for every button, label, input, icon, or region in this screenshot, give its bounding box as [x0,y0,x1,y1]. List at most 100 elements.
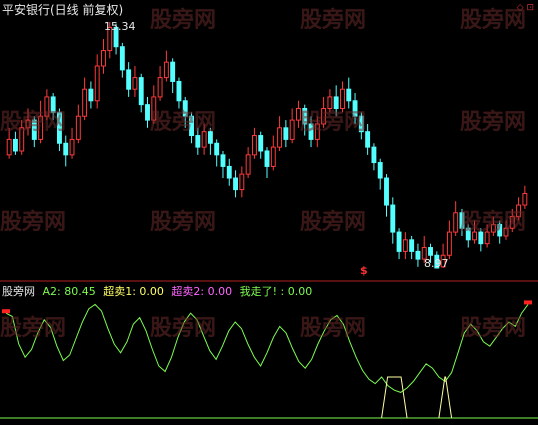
watermark: 股旁网 [0,110,67,135]
candle [126,62,132,97]
candle-body [126,69,132,90]
candle [220,150,226,179]
candle [289,108,295,144]
candle [157,66,163,101]
candle-body [220,154,226,167]
candle [226,158,232,186]
candle-body [6,138,12,156]
watermark: 股旁网 [300,110,367,135]
candle-body [396,231,402,252]
candle [446,220,452,260]
candle-body [402,239,408,252]
stock-chart[interactable] [0,0,538,425]
candle [409,235,415,260]
watermark: 股旁网 [460,8,527,33]
candle-body [446,231,452,256]
candle-body [428,247,433,256]
candle [283,120,289,148]
candle [75,104,81,144]
candle-body [239,173,245,191]
watermark: 股旁网 [300,210,367,235]
candle [365,123,371,155]
watermark: 股旁网 [300,8,367,33]
candle-body [409,239,415,252]
candle [396,228,402,260]
candle [82,77,88,121]
candle-body [170,61,176,82]
watermark: 股旁网 [0,316,67,341]
sell-signal-icon: $ [360,264,368,277]
watermark: 股旁网 [150,110,217,135]
candle [277,116,283,151]
candle-body [415,250,421,260]
candle [245,147,251,179]
candle-body [251,135,257,156]
candle-body [82,88,88,117]
indicator-legend: 股旁网 A2: 80.45 超卖1: 0.00 超卖2: 0.00 我走了! :… [2,283,316,299]
low-price-label: 8.97 [424,257,449,270]
candle-body [346,88,352,102]
indicator-name: 股旁网 [2,285,35,298]
candle [258,131,264,159]
candle-body [132,77,138,90]
overbuy1-value: 超卖1: 0.00 [103,285,164,298]
watermark: 股旁网 [150,210,217,235]
high-price-label: 15.34 [104,20,136,33]
candle [377,158,383,190]
candle-body [12,138,18,152]
candle-body [277,127,283,148]
candle [88,81,94,109]
overbuy2-value: 超卖2: 0.00 [171,285,233,298]
candle-body [176,80,182,102]
ran-value: 我走了! : 0.00 [239,285,313,298]
candle-body [289,119,295,140]
candle-body [157,77,163,98]
watermark: 股旁网 [460,316,527,341]
candle-body [384,177,389,206]
candle-body [101,50,106,67]
candle-body [258,135,264,152]
candle [101,38,106,74]
candle [132,66,138,97]
candle-body [119,46,125,71]
candle-body [63,142,69,156]
candle [415,243,421,267]
watermark: 股旁网 [300,316,367,341]
a2-value: A2: 80.45 [42,285,96,298]
candle-body [163,61,169,79]
candle-body [94,65,100,102]
candle-body [390,204,396,233]
candle [69,127,75,159]
candle [163,50,169,82]
candle [214,139,220,167]
candle-body [88,88,94,102]
candle-body [264,150,270,167]
watermark: 股旁网 [150,8,217,33]
candle [63,135,69,167]
candle-body [214,142,220,156]
candle-body [69,138,75,156]
candle [251,127,257,159]
indicator-layer [0,300,538,419]
candle-body [377,162,383,179]
candle-body [371,146,377,164]
sell-box [381,376,408,419]
candle-body [270,146,276,167]
candle-body [226,165,232,179]
candle [119,42,125,78]
candle [138,73,144,113]
watermark: 股旁网 [460,110,527,135]
candle-body [453,212,459,233]
candle-body [138,77,144,106]
candle [402,232,408,260]
candle-body [233,177,239,191]
a2-line [5,303,529,393]
chart-title: 平安银行(日线 前复权) [2,3,124,17]
sell-box [438,376,453,419]
candle-body [195,135,201,148]
candle [453,201,459,236]
price-candles [6,22,528,269]
candle-body [75,115,81,140]
watermark: 股旁网 [460,210,527,235]
extreme-mark [524,300,532,305]
